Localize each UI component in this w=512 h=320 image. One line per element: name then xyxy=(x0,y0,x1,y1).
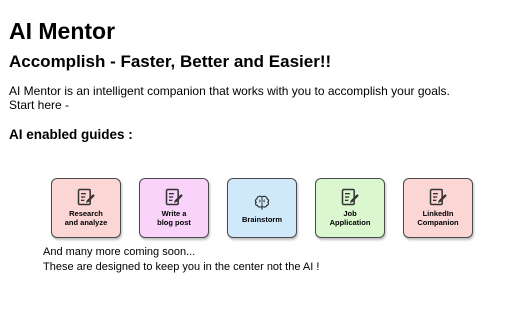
guide-label: Brainstorm xyxy=(241,214,282,224)
intro-line: AI Mentor is an intelligent companion th… xyxy=(9,84,450,98)
start-here-text: Start here - xyxy=(9,98,70,112)
app-title: AI Mentor xyxy=(9,18,116,44)
guide-label: LinkedIn Companion xyxy=(417,209,459,227)
guide-label: Research and analyze xyxy=(64,209,108,227)
guide-card-brainstorm[interactable]: Brainstorm xyxy=(227,178,297,238)
guides-list: Research and analyze Write a blog post B… xyxy=(51,178,473,238)
edit-note-icon xyxy=(77,188,95,206)
guide-card-job-application[interactable]: Job Application xyxy=(315,178,385,238)
guide-card-linkedin-companion[interactable]: LinkedIn Companion xyxy=(403,178,473,238)
edit-note-icon xyxy=(429,188,447,206)
ai-mentor-page: AI Mentor Accomplish - Faster, Better an… xyxy=(0,0,512,320)
guide-label: Write a blog post xyxy=(157,209,191,227)
footer-note: And many more coming soon... These are d… xyxy=(43,245,319,275)
brain-icon xyxy=(254,195,270,210)
intro-text: AI Mentor is an intelligent companion th… xyxy=(9,84,504,112)
guides-heading: AI enabled guides : xyxy=(9,127,133,142)
tagline: Accomplish - Faster, Better and Easier!! xyxy=(9,52,332,71)
coming-soon-text: And many more coming soon... xyxy=(43,246,196,258)
edit-note-icon xyxy=(341,188,359,206)
guide-card-research[interactable]: Research and analyze xyxy=(51,178,121,238)
guide-label: Job Application xyxy=(329,209,371,227)
edit-note-icon xyxy=(165,188,183,206)
center-note-text: These are designed to keep you in the ce… xyxy=(43,261,320,273)
guide-card-blog-post[interactable]: Write a blog post xyxy=(139,178,209,238)
